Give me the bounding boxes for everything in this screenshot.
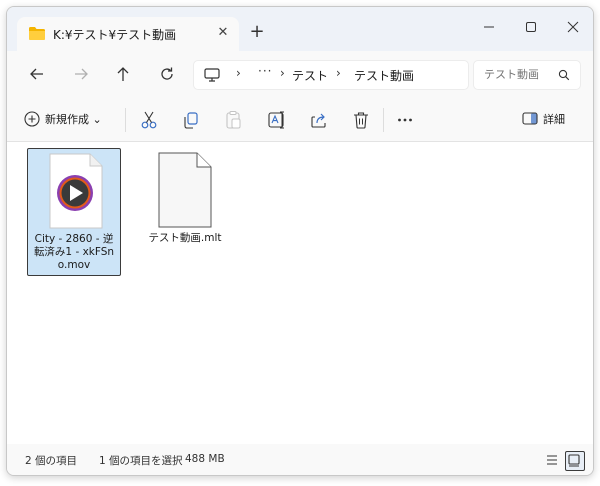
details-pane-icon [522, 112, 538, 125]
share-icon [311, 113, 326, 128]
tab-current-folder[interactable]: K:¥テスト¥テスト動画 ✕ [17, 17, 239, 51]
minimize-icon [484, 26, 494, 28]
details-view-button[interactable] [543, 451, 561, 469]
refresh-icon [161, 67, 173, 80]
tab-title: K:¥テスト¥テスト動画 [53, 28, 177, 42]
cut-button[interactable] [135, 108, 163, 132]
list-view-icon [547, 455, 557, 465]
delete-icon [354, 112, 368, 129]
status-bar: 2 個の項目 1 個の項目を選択 488 MB [7, 444, 593, 475]
document-file-icon [158, 152, 212, 228]
file-name: City - 2860 - 逆転済み1 - xkFSno.mov [33, 233, 115, 271]
back-button[interactable] [23, 61, 51, 87]
breadcrumb-overflow-button[interactable]: ··· [258, 64, 272, 78]
chevron-right-icon: › [236, 66, 241, 80]
new-tab-button[interactable]: + [245, 21, 269, 43]
navigation-bar: › ··· › テスト › テスト動画 [7, 51, 593, 97]
divider [383, 108, 384, 132]
selection-count: 1 個の項目を選択 [99, 455, 183, 467]
forward-button[interactable] [67, 61, 95, 87]
new-item-label: 新規作成 ⌄ [45, 113, 102, 126]
new-item-button[interactable]: 新規作成 ⌄ [21, 106, 115, 132]
divider [125, 108, 126, 132]
share-button[interactable] [305, 108, 333, 132]
search-icon [558, 69, 570, 81]
delete-button[interactable] [347, 108, 375, 132]
file-item-document[interactable]: テスト動画.mlt [139, 148, 231, 248]
file-list-pane: City - 2860 - 逆転済み1 - xkFSno.mov テスト動画.m… [7, 142, 593, 444]
arrow-right-icon [75, 68, 88, 80]
more-options-button[interactable] [391, 108, 419, 132]
breadcrumb-item-current[interactable]: テスト動画 [354, 67, 414, 84]
chevron-right-icon: › [336, 66, 341, 80]
arrow-left-icon [30, 68, 43, 80]
close-button[interactable] [555, 13, 591, 41]
copy-button[interactable] [177, 108, 205, 132]
close-tab-icon[interactable]: ✕ [213, 23, 233, 43]
cut-icon [141, 111, 157, 129]
explorer-window: K:¥テスト¥テスト動画 ✕ + › ··· › テスト › テスト動画 テスト… [6, 6, 594, 476]
paste-icon [226, 111, 241, 129]
file-item-video[interactable]: City - 2860 - 逆転済み1 - xkFSno.mov [27, 148, 121, 276]
search-box[interactable] [473, 60, 581, 90]
rename-icon [268, 111, 284, 129]
large-icons-view-button[interactable] [565, 451, 585, 471]
plus-circle-icon [24, 111, 40, 127]
more-icon [398, 118, 412, 122]
command-bar: 新規作成 ⌄ 詳細 [7, 97, 593, 142]
refresh-button[interactable] [153, 61, 181, 87]
rename-button[interactable] [263, 108, 291, 132]
minimize-button[interactable] [471, 13, 507, 41]
file-name: テスト動画.mlt [148, 232, 222, 244]
computer-icon [204, 68, 220, 82]
chevron-right-icon: › [280, 66, 285, 80]
address-bar[interactable]: › ··· › テスト › テスト動画 [193, 60, 469, 90]
title-bar: K:¥テスト¥テスト動画 ✕ + [7, 7, 593, 51]
tiles-view-icon [568, 454, 580, 467]
breadcrumb-item[interactable]: テスト [292, 67, 328, 84]
maximize-icon [526, 22, 536, 32]
maximize-button[interactable] [513, 13, 549, 41]
folder-icon [29, 27, 45, 40]
selection-size: 488 MB [185, 453, 225, 465]
file-thumbnail [28, 149, 120, 229]
video-file-icon [49, 153, 103, 229]
details-pane-button[interactable]: 詳細 [519, 106, 579, 132]
item-count: 2 個の項目 [25, 455, 78, 467]
paste-button[interactable] [219, 108, 247, 132]
search-input[interactable] [484, 66, 554, 82]
arrow-up-icon [117, 67, 129, 81]
up-button[interactable] [109, 61, 137, 87]
file-thumbnail [139, 148, 231, 228]
copy-icon [184, 112, 198, 129]
details-pane-label: 詳細 [543, 113, 565, 126]
close-icon [567, 21, 579, 33]
